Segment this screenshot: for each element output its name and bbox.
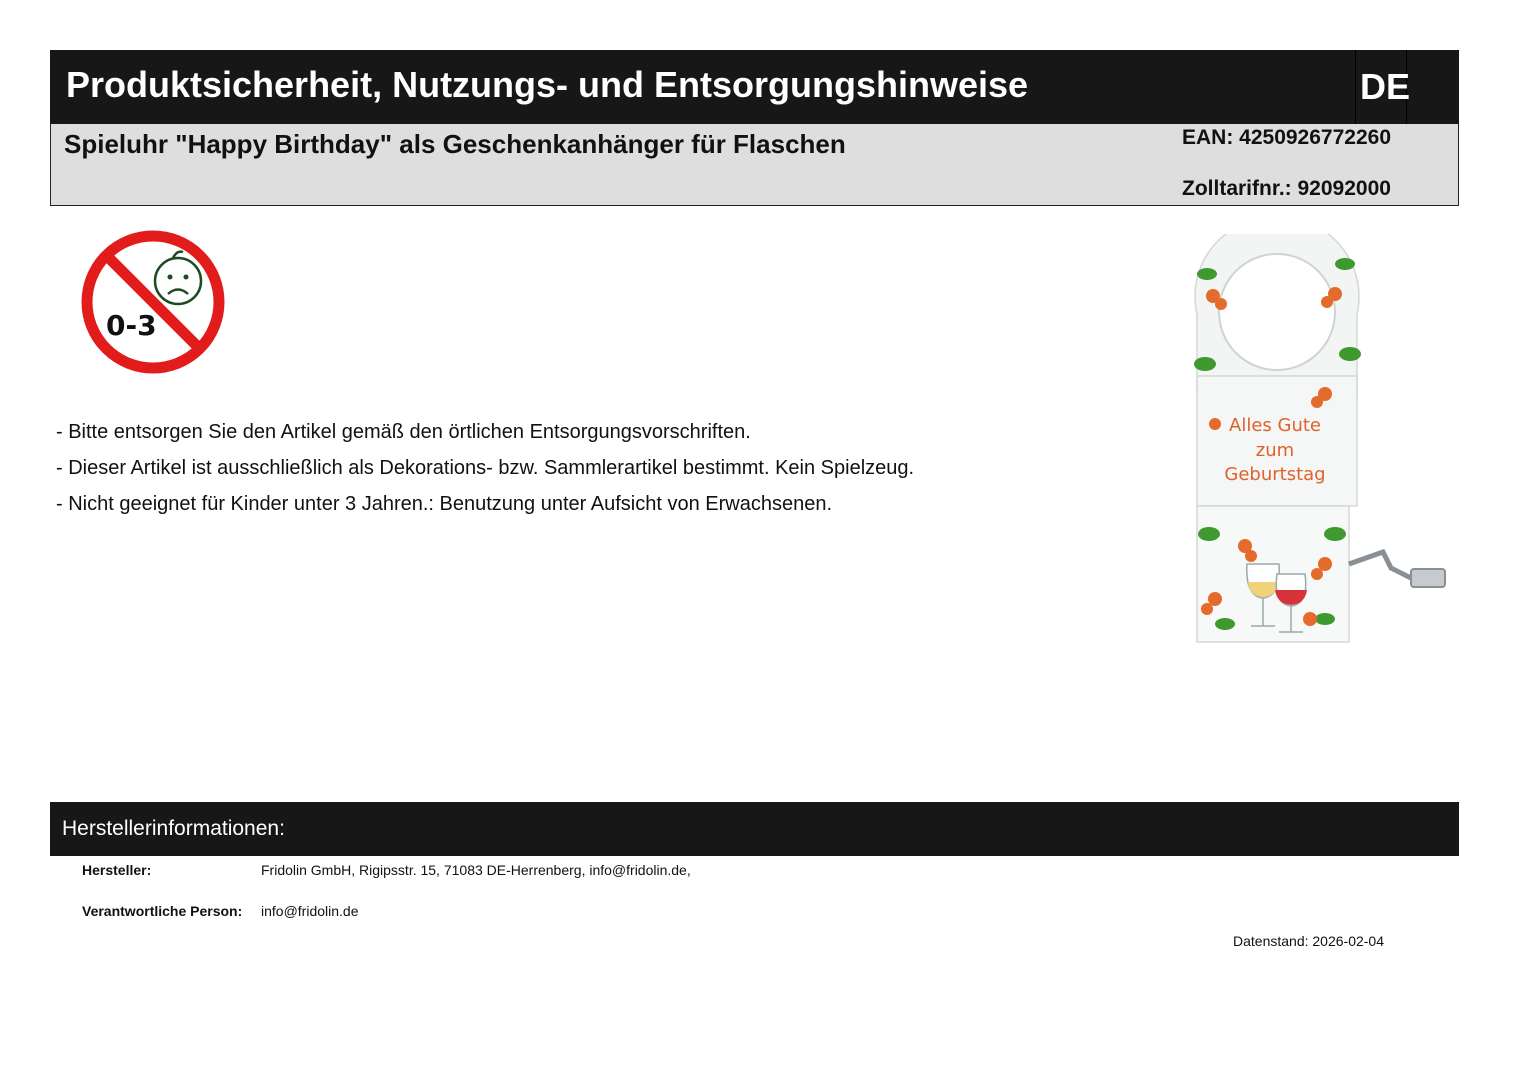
note-disposal: - Bitte entsorgen Sie den Artikel gemäß …	[56, 421, 751, 443]
manufacturer-heading: Herstellerinformationen:	[62, 817, 285, 840]
manufacturer-label: Hersteller:	[82, 862, 152, 878]
manufacturer-value: Fridolin GmbH, Rigipsstr. 15, 71083 DE-H…	[261, 862, 691, 878]
greeting-line-3: Geburtstag	[1224, 464, 1325, 485]
product-name: Spieluhr "Happy Birthday" als Geschenkan…	[64, 129, 846, 159]
greeting-line-1: Alles Gute	[1229, 415, 1321, 436]
note-decorative-only: - Dieser Artikel ist ausschließlich als …	[56, 457, 915, 479]
customs-tariff-number: Zolltarifnr.: 92092000	[1182, 177, 1391, 200]
product-bar: Spieluhr "Happy Birthday" als Geschenkan…	[50, 124, 1459, 206]
not-for-children-under-3-icon: 0-3	[78, 228, 228, 376]
product-image: Alles Gute zum Geburtstag	[1185, 215, 1449, 644]
responsible-person-label: Verantwortliche Person:	[82, 903, 243, 919]
page-title: Produktsicherheit, Nutzungs- und Entsorg…	[66, 64, 1029, 105]
usage-notes: - Bitte entsorgen Sie den Artikel gemäß …	[56, 414, 1106, 522]
ean-number: EAN: 4250926772260	[1182, 126, 1391, 149]
responsible-person-value: info@fridolin.de	[261, 903, 359, 919]
language-code: DE	[1360, 66, 1411, 107]
language-box: DE	[1355, 50, 1411, 124]
greeting-line-2: zum	[1256, 440, 1294, 461]
title-bar: Produktsicherheit, Nutzungs- und Entsorg…	[50, 50, 1459, 124]
age-range-label: 0-3	[106, 309, 157, 342]
data-date: Datenstand: 2026-02-04	[1233, 933, 1384, 949]
note-age-restriction: - Nicht geeignet für Kinder unter 3 Jahr…	[56, 493, 833, 515]
manufacturer-bar: Herstellerinformationen:	[50, 802, 1459, 856]
